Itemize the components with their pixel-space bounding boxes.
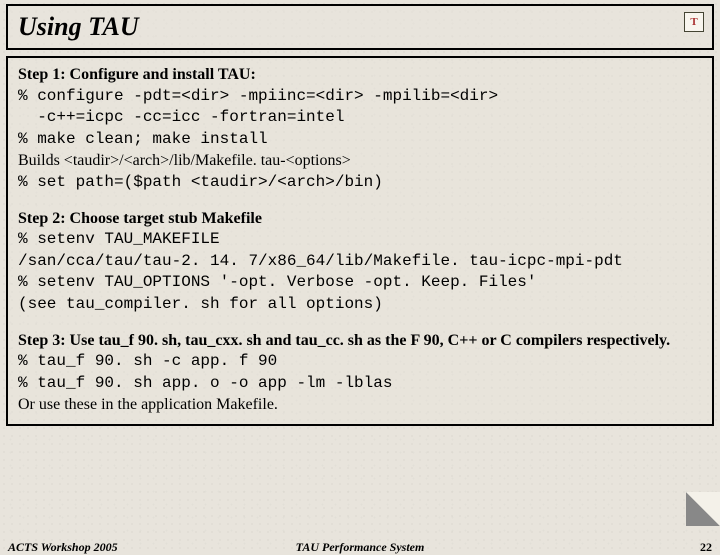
code-line: % tau_f 90. sh -c app. f 90: [18, 351, 702, 373]
code-line: % configure -pdt=<dir> -mpiinc=<dir> -mp…: [18, 86, 702, 108]
title-bar: Using TAU T: [6, 4, 714, 50]
code-line: -c++=icpc -cc=icc -fortran=intel: [18, 107, 702, 129]
content-area: Step 1: Configure and install TAU: % con…: [6, 56, 714, 426]
code-line: % make clean; make install: [18, 129, 702, 151]
step-2: Step 2: Choose target stub Makefile % se…: [18, 208, 702, 316]
tau-logo-icon: T: [684, 12, 704, 32]
slide-title: Using TAU: [18, 12, 139, 41]
code-line: % tau_f 90. sh app. o -o app -lm -lblas: [18, 373, 702, 395]
code-line: % setenv TAU_MAKEFILE: [18, 229, 702, 251]
text-line: Or use these in the application Makefile…: [18, 394, 702, 416]
step-2-label: Step 2: Choose target stub Makefile: [18, 210, 262, 227]
text-line: Builds <taudir>/<arch>/lib/Makefile. tau…: [18, 150, 702, 172]
page-number: 22: [700, 540, 712, 555]
step-1-label: Step 1: Configure and install TAU:: [18, 66, 256, 83]
code-line: /san/cca/tau/tau-2. 14. 7/x86_64/lib/Mak…: [18, 251, 702, 273]
step-3: Step 3: Use tau_f 90. sh, tau_cxx. sh an…: [18, 330, 702, 416]
footer-center: TAU Performance System: [8, 540, 712, 555]
code-line: % set path=($path <taudir>/<arch>/bin): [18, 172, 702, 194]
code-line: % setenv TAU_OPTIONS '-opt. Verbose -opt…: [18, 272, 702, 294]
code-line: (see tau_compiler. sh for all options): [18, 294, 702, 316]
step-3-label: Step 3: Use tau_f 90. sh, tau_cxx. sh an…: [18, 332, 670, 349]
step-1: Step 1: Configure and install TAU: % con…: [18, 64, 702, 194]
